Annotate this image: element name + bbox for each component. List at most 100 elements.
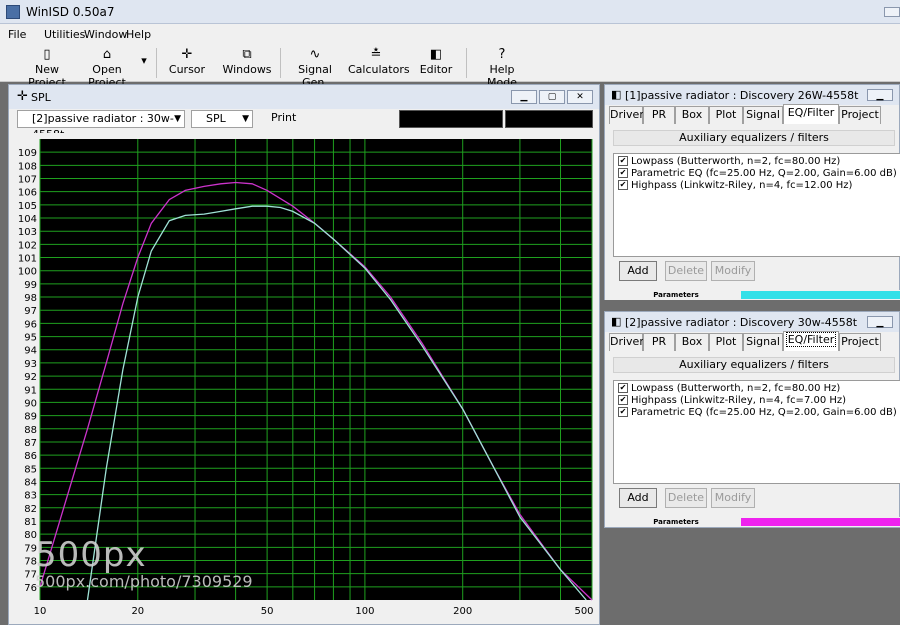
list-item[interactable]: ✔ Parametric EQ (fc=25.00 Hz, Q=2.00, Gai… [618,407,897,419]
spl-minimize-button[interactable]: ▁ [511,90,537,104]
editor-button[interactable]: ◧ Editor [418,47,454,79]
y-tick-label: 87 [24,438,37,449]
delete-button[interactable]: Delete [665,261,707,281]
y-tick-label: 89 [24,412,37,423]
spl-close-button[interactable]: ✕ [567,90,593,104]
project-select[interactable]: [2]passive radiator : 30w-4558t ▼ [17,110,185,141]
tab-box[interactable]: Box [675,106,709,124]
x-tick-label: 50 [261,606,274,617]
y-tick-label: 101 [18,254,37,265]
y-tick-label: 94 [24,346,37,357]
print-button[interactable]: Print [257,110,307,128]
panel-2-title: [2]passive radiator : Discovery 30w-4558… [625,316,858,329]
filter-list[interactable]: ✔ Lowpass (Butterworth, n=2, fc=80.00 Hz)… [613,153,900,257]
checkbox[interactable]: ✔ [618,395,628,405]
checkbox[interactable]: ✔ [618,383,628,393]
y-tick-label: 83 [24,491,37,502]
project-panel-2: ◧ [2]passive radiator : Discovery 30w-45… [604,311,900,528]
add-button[interactable]: Add [619,488,657,508]
toolbar-separator [280,48,281,78]
panel-1-minimize-button[interactable]: ▁ [867,89,893,101]
tab-plot[interactable]: Plot [709,106,743,124]
y-tick-label: 93 [24,359,37,370]
y-tick-label: 106 [18,188,37,199]
chevron-down-icon: ▼ [174,114,181,124]
app-title: WinISD 0.50a7 [26,5,115,19]
sine-wave-icon: ∿ [309,47,321,62]
y-tick-label: 103 [18,227,37,238]
signal-gen-button[interactable]: ∿ Signal Gen. [288,47,342,89]
graph-type-select[interactable]: SPL ▼ [191,110,253,128]
speaker-icon: ◧ [611,315,622,328]
windows-button[interactable]: ⧉ Windows [222,47,272,79]
help-mode-button[interactable]: ? Help Mode [474,47,530,89]
y-tick-label: 92 [24,372,37,383]
menu-utilities[interactable]: Utilities [44,28,85,41]
panel-1-tabs: Driver PR Box Plot Signal EQ/Filter Proj… [609,104,895,124]
new-project-button[interactable]: ▯ New Project [18,47,76,89]
menu-window[interactable]: Window [84,28,127,41]
list-item[interactable]: ✔ Highpass (Linkwitz-Riley, n=4, fc=12.00… [618,180,852,192]
parameters-label: Parameters [653,291,699,299]
list-item[interactable]: ✔ Parametric EQ (fc=25.00 Hz, Q=2.00, Gai… [618,168,897,180]
menu-file[interactable]: File [8,28,26,41]
tab-signal[interactable]: Signal [743,106,783,124]
chevron-down-icon: ▼ [242,114,249,124]
checkbox[interactable]: ✔ [618,407,628,417]
aux-filters-label: Auxiliary equalizers / filters [613,130,895,146]
aux-filters-label: Auxiliary equalizers / filters [613,357,895,373]
menu-help[interactable]: Help [126,28,151,41]
spl-window: ✛ SPL ▁ ▢ ✕ [2]passive radiator : 30w-45… [8,84,600,625]
tab-pr[interactable]: PR [643,333,675,351]
y-tick-label: 108 [18,161,37,172]
x-tick-label: 500 [574,606,593,617]
watermark-brand: 500px [35,535,147,575]
y-tick-label: 97 [24,306,37,317]
cursor-button[interactable]: ✛ Cursor [164,47,210,79]
filter-list[interactable]: ✔ Lowpass (Butterworth, n=2, fc=80.00 Hz)… [613,380,900,484]
tab-driver[interactable]: Driver [609,333,644,351]
checkbox[interactable]: ✔ [618,180,628,190]
tab-driver[interactable]: Driver [609,106,644,124]
project-color-swatch [741,291,900,299]
tab-project[interactable]: Project [839,333,881,351]
y-tick-label: 84 [24,477,37,488]
project-color-swatch [741,518,900,526]
y-tick-label: 91 [24,385,37,396]
delete-button[interactable]: Delete [665,488,707,508]
tab-signal[interactable]: Signal [743,333,783,351]
y-tick-label: 102 [18,240,37,251]
app-icon [6,5,20,19]
minimize-button[interactable] [884,7,900,17]
tab-eq-filter[interactable]: EQ/Filter [783,104,839,124]
parameters-label: Parameters [653,518,699,526]
modify-button[interactable]: Modify [711,488,755,508]
open-folder-icon: ⌂ [102,47,112,62]
checkbox[interactable]: ✔ [618,156,628,166]
list-item[interactable]: ✔ Lowpass (Butterworth, n=2, fc=80.00 Hz) [618,156,840,168]
panel-2-titlebar: ◧ [2]passive radiator : Discovery 30w-45… [605,312,899,332]
tab-box[interactable]: Box [675,333,709,351]
checkbox[interactable]: ✔ [618,168,628,178]
list-item[interactable]: ✔ Highpass (Linkwitz-Riley, n=4, fc=7.00 … [618,395,846,407]
tab-pr[interactable]: PR [643,106,675,124]
tab-plot[interactable]: Plot [709,333,743,351]
panel-2-minimize-button[interactable]: ▁ [867,316,893,328]
add-button[interactable]: Add [619,261,657,281]
open-project-button[interactable]: ⌂ Open Project [78,47,136,89]
spl-maximize-button[interactable]: ▢ [539,90,565,104]
tab-project[interactable]: Project [839,106,881,124]
panel-2-tabs: Driver PR Box Plot Signal EQ/Filter Proj… [609,331,895,351]
open-project-dropdown[interactable]: ▾ [138,54,150,86]
panel-2-status: Parameters [605,517,900,527]
tab-eq-filter[interactable]: EQ/Filter [783,331,839,351]
modify-button[interactable]: Modify [711,261,755,281]
y-tick-label: 100 [18,267,37,278]
cursor-icon: ✛ [181,47,193,62]
list-item[interactable]: ✔ Lowpass (Butterworth, n=2, fc=80.00 Hz) [618,383,840,395]
calculators-button[interactable]: ≛ Calculators [348,47,410,79]
y-tick-label: 95 [24,333,37,344]
y-tick-label: 104 [18,214,37,225]
print-label: Print [271,111,297,124]
x-tick-label: 200 [453,606,472,617]
